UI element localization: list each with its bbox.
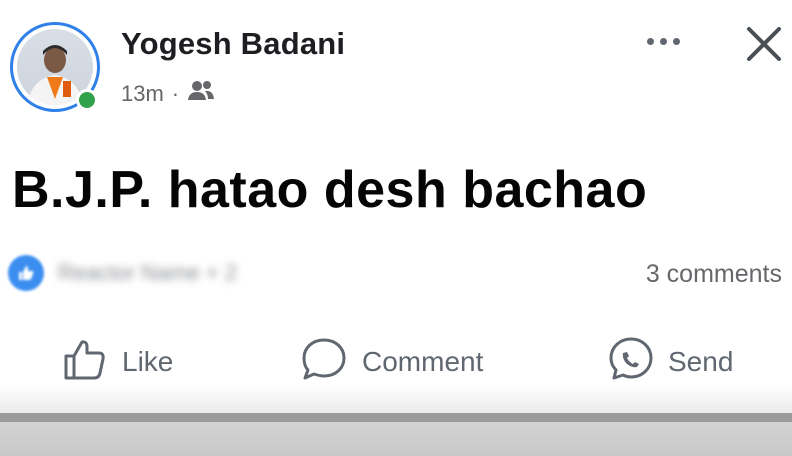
bottom-shadow [0,385,792,415]
comment-label: Comment [362,346,484,377]
reaction-summary[interactable]: Reactor Name + 2 [8,255,237,291]
next-post-edge [0,422,792,456]
close-icon[interactable] [742,22,786,66]
comments-count[interactable]: 3 comments [646,260,782,289]
like-reaction-icon [8,255,44,291]
author-name[interactable]: Yogesh Badani [121,26,345,62]
meta-separator: · [171,81,180,106]
post-timestamp[interactable]: 13m [121,81,164,107]
post-meta: 13m · [121,80,215,108]
post-divider [0,413,792,422]
messenger-icon [608,336,668,389]
friends-icon [187,80,215,108]
post-text: B.J.P. hatao desh bachao [12,161,648,219]
more-options-icon[interactable] [638,28,688,54]
send-label: Send [668,346,734,377]
reactors-names: Reactor Name + 2 [58,260,238,285]
like-label: Like [122,346,174,377]
online-status-icon [76,89,98,111]
thumbs-up-icon [62,336,122,389]
comment-bubble-icon [300,336,362,389]
